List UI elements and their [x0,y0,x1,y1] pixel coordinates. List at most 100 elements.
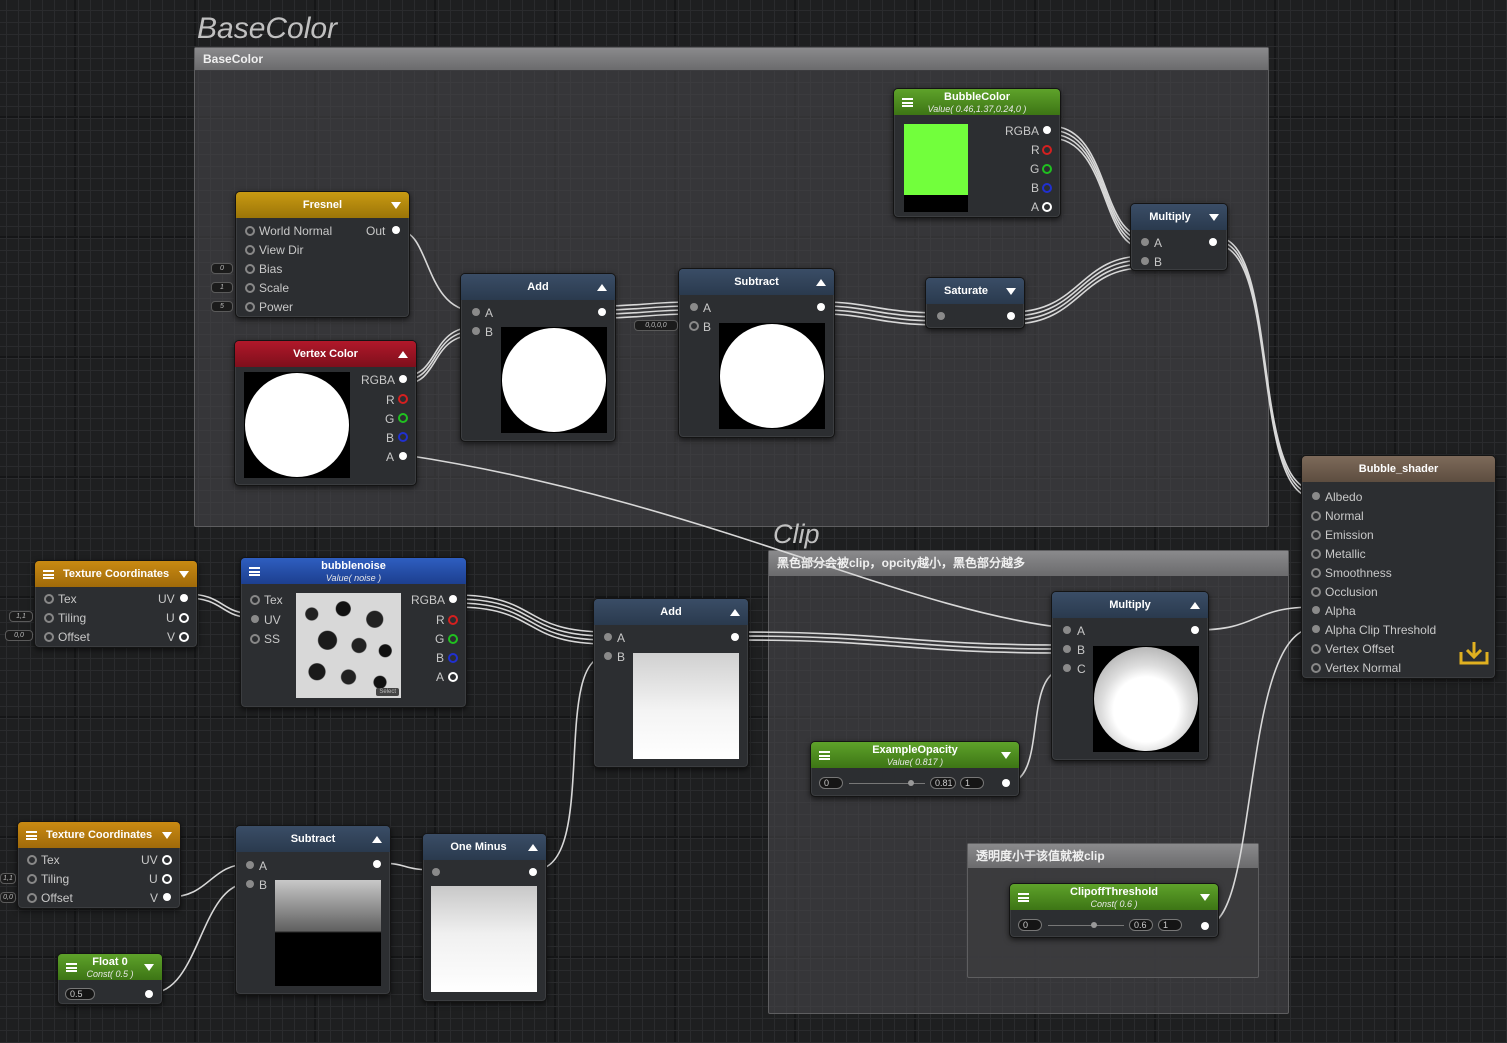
input-port[interactable] [27,893,37,903]
input-port[interactable] [44,632,54,642]
node-bubble-color[interactable]: BubbleColor Value( 0.46,1.37,0.24,0 ) RG… [893,88,1061,218]
node-clipoff-threshold[interactable]: ClipoffThreshold Const( 0.6 ) 0 0.6 1 [1009,883,1219,938]
chevron-up-icon[interactable] [398,351,408,358]
input-port[interactable] [44,594,54,604]
input-port[interactable] [1141,238,1149,246]
output-port-b[interactable] [398,432,408,442]
output-port[interactable] [162,874,172,884]
node-header[interactable]: Texture Coordinates [35,561,197,587]
output-port[interactable] [392,226,400,234]
default-value-chip[interactable]: 0 [211,263,233,274]
input-port[interactable] [245,302,255,312]
node-header[interactable]: BubbleColor Value( 0.46,1.37,0.24,0 ) [894,89,1060,115]
output-port[interactable] [163,893,171,901]
input-port[interactable] [1311,568,1321,578]
input-port[interactable] [1312,606,1320,614]
node-add[interactable]: Add A B [593,598,749,768]
default-value-chip[interactable]: 5 [211,301,233,312]
output-port[interactable] [529,868,537,876]
output-port-a[interactable] [1042,202,1052,212]
node-float[interactable]: Float 0 Const( 0.5 ) 0.5 [57,953,163,1005]
menu-icon[interactable] [819,751,830,760]
download-icon[interactable] [1459,640,1489,666]
node-multiply[interactable]: Multiply A B [1130,203,1228,271]
default-value-chip[interactable]: 1 [211,282,233,293]
output-port[interactable] [817,303,825,311]
node-vertex-color[interactable]: Vertex Color RGBA R G B A [234,340,417,486]
chevron-up-icon[interactable] [528,844,538,851]
node-header[interactable]: Add [461,274,615,300]
input-port[interactable] [1312,625,1320,633]
output-port[interactable] [449,595,457,603]
input-port[interactable] [604,633,612,641]
input-port[interactable] [432,868,440,876]
default-value-chip[interactable]: 0,0,0,0 [634,320,678,331]
output-port-g[interactable] [448,634,458,644]
output-port[interactable] [731,633,739,641]
output-port-a[interactable] [448,672,458,682]
slider-max-field[interactable]: 1 [960,777,984,789]
output-port[interactable] [145,990,153,998]
output-port[interactable] [180,594,188,602]
input-port[interactable] [604,652,612,660]
node-header[interactable]: Fresnel [236,192,409,218]
node-subtract[interactable]: Subtract A B [235,825,391,995]
value-slider[interactable] [1048,922,1124,928]
input-port[interactable] [1311,511,1321,521]
input-port[interactable] [245,283,255,293]
output-port[interactable] [399,375,407,383]
output-port[interactable] [1007,312,1015,320]
node-header[interactable]: Saturate [926,278,1024,304]
chevron-down-icon[interactable] [144,964,154,971]
node-texture-coordinates[interactable]: Texture Coordinates Tex UV Tiling U Offs… [17,821,181,909]
node-header[interactable]: ExampleOpacity Value( 0.817 ) [811,742,1019,768]
chevron-down-icon[interactable] [1200,894,1210,901]
input-port[interactable] [44,613,54,623]
output-port-b[interactable] [448,653,458,663]
value-field[interactable]: 0.6 [1129,919,1153,931]
color-swatch[interactable] [904,124,968,212]
input-port[interactable] [250,634,260,644]
input-port[interactable] [689,321,699,331]
select-button[interactable]: Select [376,688,399,696]
node-header[interactable]: Subtract [679,269,834,295]
menu-icon[interactable] [66,963,77,972]
menu-icon[interactable] [249,567,260,576]
input-port[interactable] [246,880,254,888]
input-port[interactable] [1063,645,1071,653]
chevron-up-icon[interactable] [372,836,382,843]
node-subtract[interactable]: Subtract A B [678,268,835,438]
chevron-up-icon[interactable] [597,284,607,291]
texture-preview[interactable]: Select [296,593,401,698]
output-port[interactable] [598,308,606,316]
node-bubblenoise[interactable]: bubblenoise Value( noise ) Tex UV SS Sel… [240,557,467,708]
node-example-opacity[interactable]: ExampleOpacity Value( 0.817 ) 0 0.81 1 [810,741,1020,797]
input-port[interactable] [250,595,260,605]
slider-knob[interactable] [908,780,915,786]
input-port[interactable] [245,245,255,255]
node-header[interactable]: Float 0 Const( 0.5 ) [58,954,162,980]
input-port[interactable] [1141,257,1149,265]
output-port[interactable] [162,855,172,865]
menu-icon[interactable] [1018,893,1029,902]
chevron-up-icon[interactable] [1190,602,1200,609]
output-port-r[interactable] [398,394,408,404]
default-value-chip[interactable]: 0,0 [5,630,33,641]
output-port[interactable] [1201,922,1209,930]
node-header[interactable]: bubblenoise Value( noise ) [241,558,466,584]
slider-knob[interactable] [1090,922,1097,928]
chevron-down-icon[interactable] [179,571,189,578]
output-port[interactable] [179,613,189,623]
input-port[interactable] [246,861,254,869]
input-port[interactable] [1063,626,1071,634]
output-port-r[interactable] [1042,145,1052,155]
output-port[interactable] [1191,626,1199,634]
input-port[interactable] [27,874,37,884]
output-port-r[interactable] [448,615,458,625]
input-port[interactable] [1311,530,1321,540]
node-header[interactable]: Vertex Color [235,341,416,367]
input-port[interactable] [690,303,698,311]
node-fresnel[interactable]: Fresnel World Normal Out View Dir Bias S… [235,191,410,318]
node-one-minus[interactable]: One Minus [422,833,547,1002]
input-port[interactable] [251,615,259,623]
